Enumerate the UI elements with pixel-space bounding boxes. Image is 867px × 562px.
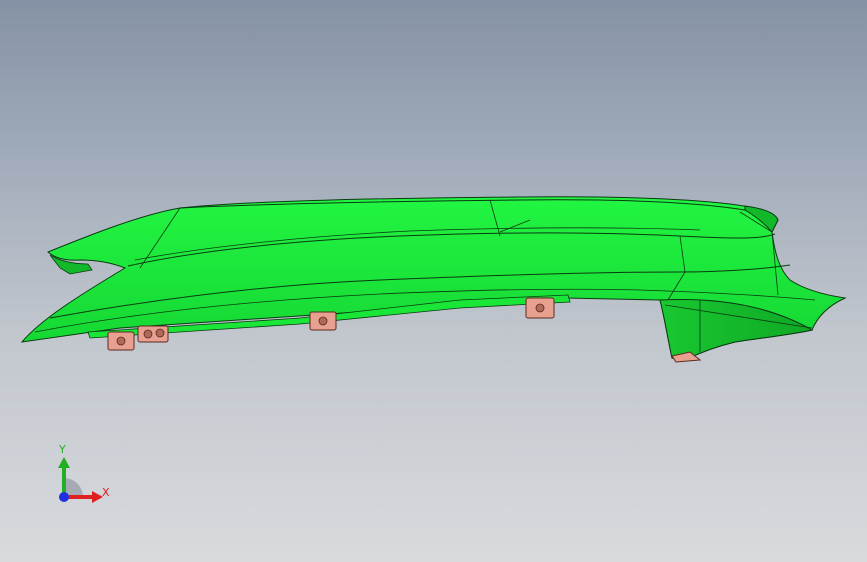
- triad-graphic: [58, 457, 103, 503]
- graphics-viewport[interactable]: Y X: [0, 0, 867, 562]
- mount-bracket-1[interactable]: [107, 331, 135, 351]
- y-axis-label: Y: [59, 443, 66, 456]
- x-axis-label: X: [102, 486, 110, 499]
- coordinate-triad[interactable]: Y X: [46, 440, 116, 510]
- mount-bracket-3[interactable]: [309, 311, 337, 331]
- mount-bracket-2[interactable]: [137, 325, 169, 343]
- fender-part-model[interactable]: [0, 0, 867, 562]
- z-axis-dot: [59, 492, 69, 502]
- mount-bracket-4[interactable]: [525, 297, 555, 319]
